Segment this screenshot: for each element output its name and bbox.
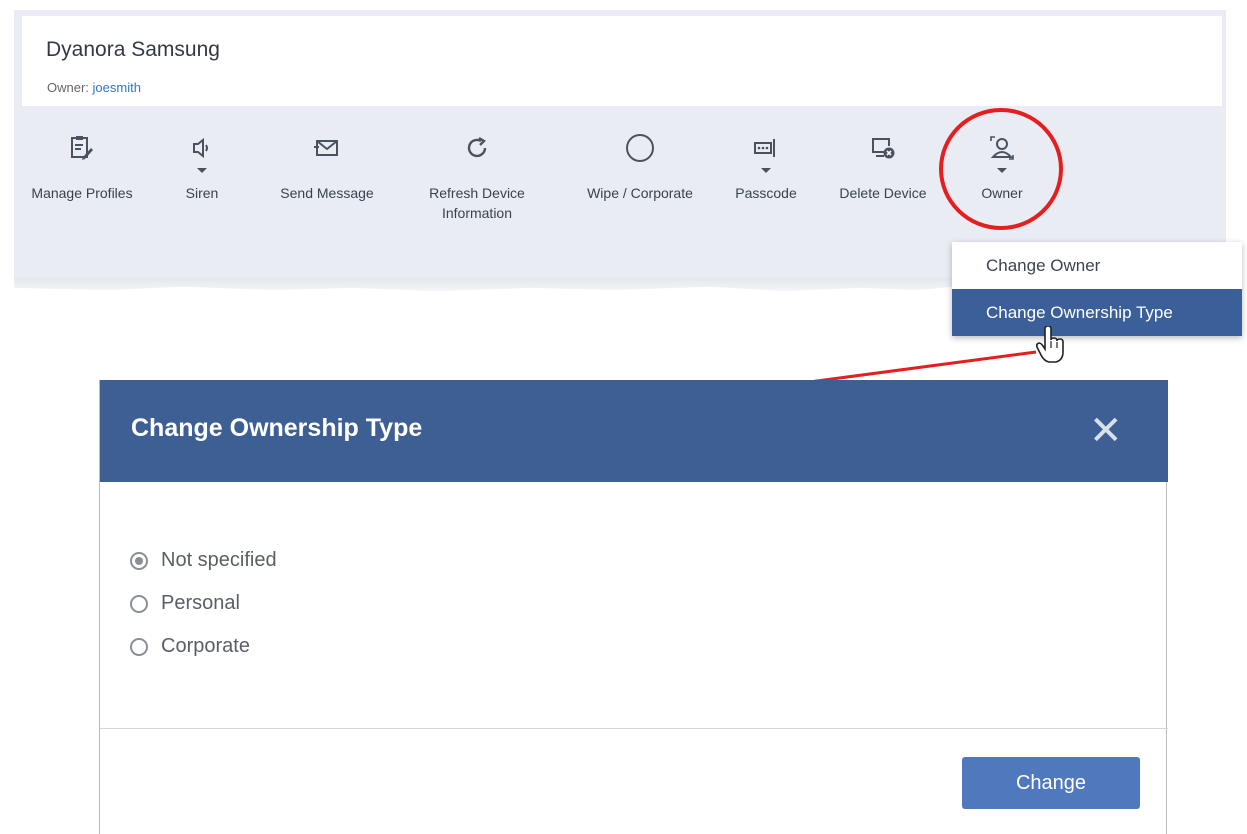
close-icon[interactable]: ✕	[1089, 411, 1123, 451]
send-message-label: Send Message	[280, 185, 374, 201]
radio-button[interactable]	[130, 637, 148, 656]
envelope-icon	[310, 130, 344, 166]
wipe-corporate-button[interactable]: Wipe / Corporate	[572, 130, 708, 203]
send-message-button[interactable]: Send Message	[276, 130, 378, 203]
radio-button-checked[interactable]	[130, 551, 148, 570]
device-delete-icon	[866, 130, 900, 166]
chevron-down-icon	[197, 168, 207, 173]
screenshot-stage: Dyanora Samsung Owner: joesmith Manage P…	[0, 0, 1247, 834]
hand-pointer-icon	[1036, 326, 1064, 363]
change-button[interactable]: Change	[962, 757, 1140, 809]
dialog-title: Change Ownership Type	[131, 414, 423, 442]
dialog-divider	[100, 728, 1168, 729]
radio-label: Personal	[161, 592, 240, 614]
radio-option-personal[interactable]: Personal	[130, 592, 240, 615]
wipe-corporate-label: Wipe / Corporate	[587, 185, 693, 201]
owner-dropdown-menu: Change Owner Change Ownership Type	[952, 242, 1242, 336]
refresh-label-line-1: Refresh Device	[429, 185, 525, 201]
manage-profiles-label: Manage Profiles	[31, 185, 133, 201]
device-title: Dyanora Samsung	[46, 38, 220, 61]
passcode-label: Passcode	[735, 185, 797, 201]
torn-edge	[14, 278, 954, 292]
radio-label: Not specified	[161, 549, 277, 571]
change-ownership-dialog: Change Ownership Type ✕ Not specified Pe…	[99, 380, 1168, 834]
clipboard-edit-icon	[65, 130, 99, 166]
dialog-header: Change Ownership Type ✕	[100, 380, 1168, 482]
manage-profiles-button[interactable]: Manage Profiles	[22, 130, 142, 203]
keypad-icon	[749, 130, 783, 166]
passcode-button[interactable]: Passcode	[726, 130, 806, 203]
chevron-down-icon	[761, 168, 771, 173]
owner-link[interactable]: joesmith	[93, 80, 141, 95]
owner-prefix: Owner:	[47, 80, 93, 95]
owner-highlight-circle	[939, 108, 1063, 230]
device-header: Dyanora Samsung Owner: joesmith	[22, 16, 1222, 112]
delete-device-button[interactable]: Delete Device	[828, 130, 938, 203]
delete-device-label: Delete Device	[839, 185, 927, 201]
refresh-icon	[460, 130, 494, 166]
owner-line: Owner: joesmith	[47, 80, 141, 95]
refresh-device-label: Refresh Device Information	[429, 183, 525, 223]
refresh-label-line-2: Information	[441, 205, 513, 221]
menu-item-change-owner[interactable]: Change Owner	[952, 242, 1242, 289]
radio-button[interactable]	[130, 594, 148, 613]
siren-label: Siren	[185, 185, 219, 201]
radio-label: Corporate	[161, 635, 250, 657]
speaker-icon	[185, 130, 219, 166]
circle-icon	[623, 130, 657, 166]
radio-option-not-specified[interactable]: Not specified	[130, 549, 277, 572]
refresh-device-button[interactable]: Refresh Device Information	[424, 130, 530, 223]
siren-button[interactable]: Siren	[182, 130, 222, 203]
radio-option-corporate[interactable]: Corporate	[130, 635, 250, 658]
menu-item-change-ownership-type[interactable]: Change Ownership Type	[952, 289, 1242, 336]
